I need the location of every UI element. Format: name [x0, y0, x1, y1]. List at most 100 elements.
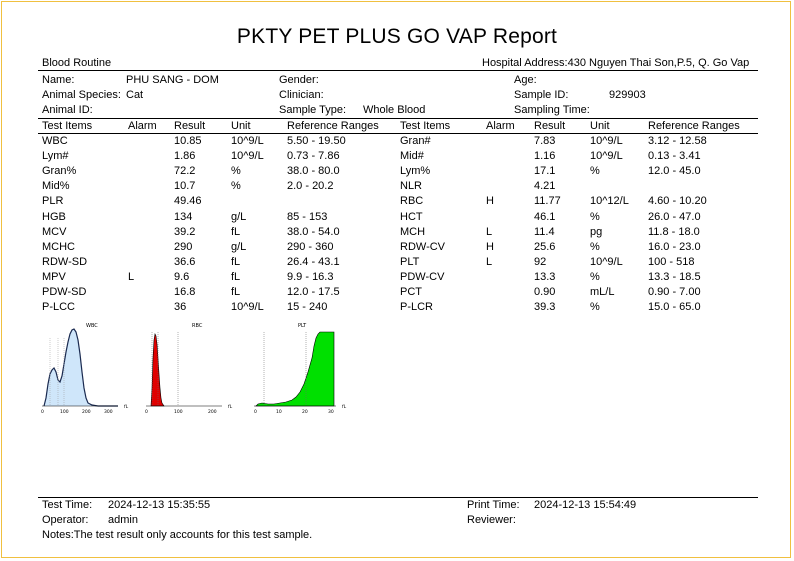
rbc-histogram: RBC 0 100 200 fL	[145, 323, 233, 415]
test-item: Lym#	[42, 150, 69, 163]
result-value: 13.3	[534, 270, 556, 283]
result-value: 9.6	[174, 270, 190, 283]
test-item: Gran#	[400, 135, 431, 147]
reference-range: 26.0 - 47.0	[648, 210, 701, 223]
reference-range: 13.3 - 18.5	[648, 270, 701, 283]
alarm-flag: H	[486, 195, 494, 208]
result-value: 39.3	[534, 301, 556, 314]
rbc-tick-label: 0	[145, 409, 148, 415]
test-item: MCH	[400, 225, 426, 238]
sampling-time-label: Sampling Time:	[514, 104, 590, 116]
gender-label: Gender:	[279, 74, 319, 86]
reference-range: 4.60 - 10.20	[648, 195, 707, 208]
unit: fL	[231, 255, 241, 268]
test-item: PCT	[400, 286, 422, 298]
unit: mL/L	[590, 286, 615, 298]
unit: g/L	[231, 240, 247, 253]
name-value: PHU SANG - DOM	[126, 74, 219, 86]
test-item: RBC	[400, 195, 424, 208]
plt-histogram: PLT 0 10 20 30 fL	[254, 323, 347, 415]
test-item: P-LCR	[400, 301, 434, 314]
unit: fL	[231, 270, 241, 283]
plt-axis-unit: fL	[342, 404, 347, 410]
wbc-histogram-label: WBC	[86, 323, 98, 329]
sample-id-value: 929903	[609, 89, 646, 101]
unit: 10^12/L	[590, 195, 629, 208]
reference-range: 16.0 - 23.0	[648, 240, 701, 253]
result-value: 7.83	[534, 135, 556, 147]
test-item: NLR	[400, 180, 423, 193]
reference-range: 0.13 - 3.41	[648, 150, 701, 163]
section-title: Blood Routine	[42, 57, 112, 69]
notes: Notes:The test result only accounts for …	[42, 529, 313, 541]
divider	[38, 118, 758, 119]
header-reference-ranges: Reference Ranges	[287, 120, 379, 132]
reference-range: 85 - 153	[287, 210, 328, 223]
result-value: 49.46	[174, 195, 202, 208]
reference-range: 2.0 - 20.2	[287, 180, 334, 193]
print-time-label: Print Time:	[467, 499, 520, 511]
result-value: 46.1	[534, 210, 556, 223]
unit: 10^9/L	[231, 301, 264, 314]
reference-range: 100 - 518	[648, 255, 695, 268]
species-value: Cat	[126, 89, 144, 101]
plt-tick-label: 10	[276, 409, 282, 415]
hospital-address: Hospital Address:430 Nguyen Thai Son,P.5…	[482, 57, 750, 69]
result-value: 17.1	[534, 165, 556, 178]
wbc-tick-label: 200	[82, 409, 91, 415]
header-reference-ranges: Reference Ranges	[648, 120, 740, 132]
test-item: MPV	[42, 270, 66, 283]
header-alarm: Alarm	[486, 120, 515, 132]
reference-range: 12.0 - 45.0	[648, 165, 701, 178]
wbc-tick-label: 0	[41, 409, 44, 415]
unit: 10^9/L	[231, 150, 264, 163]
alarm-flag: L	[486, 255, 493, 268]
unit: 10^9/L	[231, 135, 264, 147]
test-item: MCV	[42, 225, 67, 238]
result-value: 4.21	[534, 180, 556, 193]
unit: fL	[231, 225, 241, 238]
reference-range: 9.9 - 16.3	[287, 270, 334, 283]
unit: %	[231, 165, 241, 178]
age-label: Age:	[514, 74, 537, 86]
result-value: 16.8	[174, 286, 196, 298]
test-item: P-LCC	[42, 301, 76, 314]
wbc-tick-label: 100	[60, 409, 69, 415]
test-item: Gran%	[42, 165, 77, 178]
reference-range: 38.0 - 80.0	[287, 165, 340, 178]
wbc-histogram: WBC 0 100 200 300 fL	[41, 323, 129, 415]
plt-histogram-area	[255, 331, 335, 407]
test-item: RDW-SD	[42, 255, 88, 268]
header-test-items: Test Items	[42, 120, 93, 132]
species-label: Animal Species:	[42, 89, 121, 101]
header-result: Result	[534, 120, 566, 132]
unit: pg	[590, 225, 603, 238]
test-item: PLT	[400, 255, 420, 268]
unit: %	[590, 270, 600, 283]
rbc-histogram-area	[150, 333, 165, 407]
test-time-value: 2024-12-13 15:35:55	[108, 499, 211, 511]
unit: %	[590, 301, 600, 314]
unit: %	[590, 210, 600, 223]
result-value: 72.2	[174, 165, 196, 178]
result-value: 36	[174, 301, 187, 314]
reference-range: 15 - 240	[287, 301, 328, 314]
reference-range: 38.0 - 54.0	[287, 225, 340, 238]
result-value: 39.2	[174, 225, 196, 238]
result-value: 290	[174, 240, 193, 253]
test-item: RDW-CV	[400, 240, 446, 253]
wbc-axis-unit: fL	[124, 404, 129, 410]
operator-label: Operator:	[42, 514, 89, 526]
result-value: 25.6	[534, 240, 556, 253]
rbc-tick-label: 100	[174, 409, 183, 415]
name-label: Name:	[42, 74, 75, 86]
plt-tick-label: 30	[328, 409, 334, 415]
unit: 10^9/L	[590, 135, 623, 147]
alarm-flag: L	[486, 225, 493, 238]
result-value: 10.7	[174, 180, 196, 193]
print-time-value: 2024-12-13 15:54:49	[534, 499, 637, 511]
reference-range: 26.4 - 43.1	[287, 255, 340, 268]
unit: %	[231, 180, 241, 193]
sample-id-label: Sample ID:	[514, 89, 569, 101]
result-value: 134	[174, 210, 193, 223]
